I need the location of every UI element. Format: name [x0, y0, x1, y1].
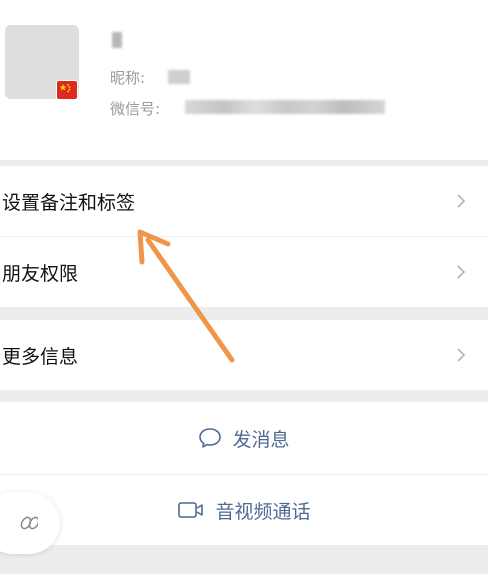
- china-flag-icon: [56, 80, 78, 100]
- wechat-id-blurred: [185, 100, 385, 114]
- chevron-right-icon: [457, 265, 466, 279]
- nickname-blurred: [168, 70, 190, 84]
- menu-item-label: 设置备注和标签: [2, 191, 136, 214]
- name-blurred: [112, 32, 122, 48]
- menu-item-more-info[interactable]: 更多信息: [0, 320, 488, 390]
- floating-link-button[interactable]: [0, 492, 60, 554]
- nickname-label: 昵称:: [110, 69, 146, 87]
- chat-bubble-icon: [198, 427, 222, 449]
- wechat-id-label: 微信号:: [110, 100, 161, 118]
- menu-item-label: 朋友权限: [2, 262, 79, 285]
- video-camera-icon: [177, 500, 205, 520]
- menu-item-label: 更多信息: [2, 345, 79, 368]
- video-call-button[interactable]: 音视频通话: [0, 475, 488, 545]
- profile-header: 昵称: 微信号:: [0, 0, 488, 160]
- video-call-label: 音视频通话: [215, 500, 311, 523]
- menu-item-remarks-tags[interactable]: 设置备注和标签: [0, 166, 488, 236]
- chevron-right-icon: [457, 194, 466, 208]
- send-message-button[interactable]: 发消息: [0, 402, 488, 474]
- link-icon: [20, 516, 38, 530]
- menu-item-friend-permissions[interactable]: 朋友权限: [0, 237, 488, 307]
- send-message-label: 发消息: [232, 428, 290, 451]
- chevron-right-icon: [457, 348, 466, 362]
